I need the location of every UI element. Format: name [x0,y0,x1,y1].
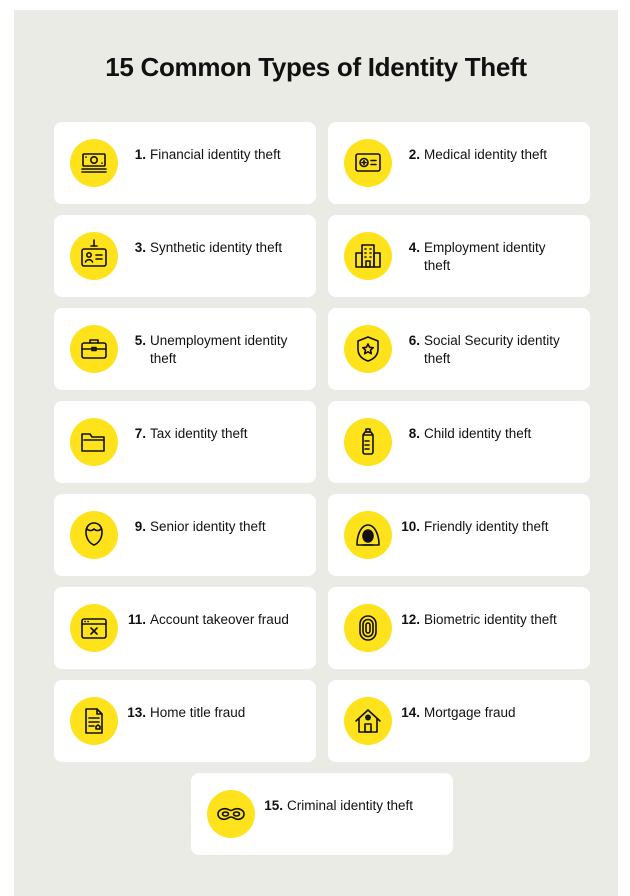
item-card-tax-identity-theft: 7. Tax identity theft [54,401,316,483]
item-card-social-security-identity-theft: 6. Social Security identity theft [328,308,590,390]
infographic-poster: 15 Common Types of Identity Theft 1. Fin… [14,10,618,896]
item-number: 11. [127,612,146,627]
item-label: Social Security identity theft [424,333,560,366]
fingerprint-icon [344,604,392,652]
item-number: 9. [134,519,146,534]
item-label: Employment identity theft [424,240,546,273]
item-label: Senior identity theft [150,519,266,534]
briefcase-icon [70,325,118,373]
item-card-medical-identity-theft: 2. Medical identity theft [328,122,590,204]
item-card-biometric-identity-theft: 12. Biometric identity theft [328,587,590,669]
item-label: Financial identity theft [150,147,281,162]
item-card-account-takeover-fraud: 11. Account takeover fraud [54,587,316,669]
item-number: 1. [134,147,146,162]
item-card-home-title-fraud: 13. Home title fraud [54,680,316,762]
item-number: 8. [408,426,420,441]
item-card-child-identity-theft: 8. Child identity theft [328,401,590,483]
item-card-senior-identity-theft: 9. Senior identity theft [54,494,316,576]
item-label: Friendly identity theft [424,519,549,534]
house-icon [344,697,392,745]
item-card-mortgage-fraud: 14. Mortgage fraud [328,680,590,762]
deed-document-icon [70,697,118,745]
item-number: 15. [264,798,283,813]
item-label: Medical identity theft [424,147,548,162]
item-number: 13. [127,705,146,720]
item-number: 4. [408,240,420,255]
item-label: Home title fraud [150,705,246,720]
office-building-icon [344,232,392,280]
item-number: 10. [401,519,420,534]
medical-card-icon [344,139,392,187]
item-card-financial-identity-theft: 1. Financial identity theft [54,122,316,204]
item-label: Biometric identity theft [424,612,557,627]
item-card-friendly-identity-theft: 10. Friendly identity theft [328,494,590,576]
item-number: 3. [134,240,146,255]
item-number: 6. [408,333,420,348]
folder-icon [70,418,118,466]
baby-bottle-icon [344,418,392,466]
item-card-employment-identity-theft: 4. Employment identity theft [328,215,590,297]
hooded-person-icon [344,511,392,559]
id-badge-icon [70,232,118,280]
item-label: Synthetic identity theft [150,240,283,255]
item-card-unemployment-identity-theft: 5. Unemployment identity theft [54,308,316,390]
item-number: 14. [401,705,420,720]
item-number: 12. [401,612,420,627]
item-label: Child identity theft [424,426,532,441]
item-card-synthetic-identity-theft: 3. Synthetic identity theft [54,215,316,297]
page-title: 15 Common Types of Identity Theft [105,52,527,82]
item-card-criminal-identity-theft: 15. Criminal identity theft [191,773,453,855]
item-label: Unemployment identity theft [150,333,288,366]
item-label: Mortgage fraud [424,705,516,720]
bandit-mask-icon [207,790,255,838]
senior-head-icon [70,511,118,559]
browser-window-x-icon [70,604,118,652]
item-label: Tax identity theft [150,426,248,441]
item-label: Account takeover fraud [150,612,289,627]
item-number: 7. [134,426,146,441]
shield-star-icon [344,325,392,373]
item-label: Criminal identity theft [287,798,414,813]
banknote-icon [70,139,118,187]
item-number: 5. [134,333,146,348]
item-number: 2. [408,147,420,162]
